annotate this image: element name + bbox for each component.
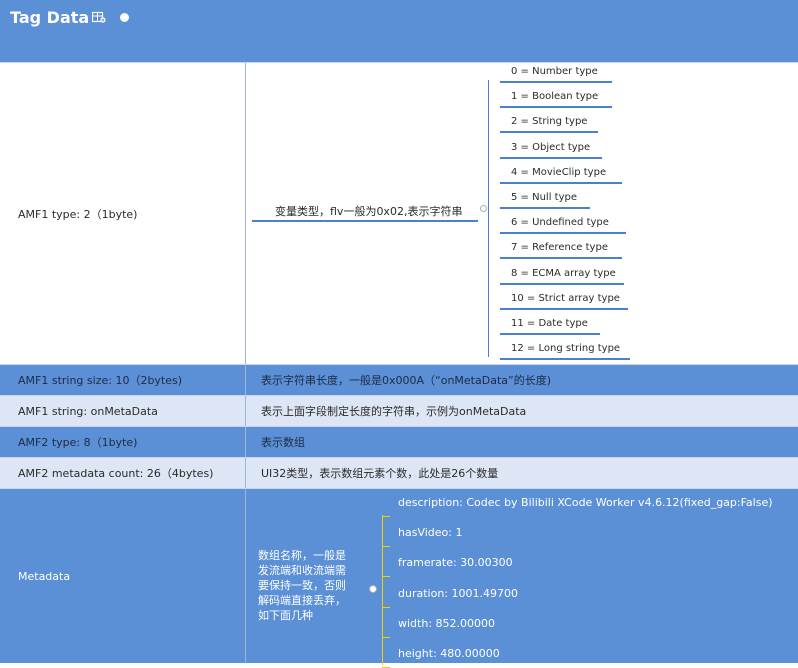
table-row: AMF1 string: onMetaData 表示上面字段制定长度的字符串，示… xyxy=(0,395,798,426)
header-bar xyxy=(0,0,798,62)
table-row: AMF1 string size: 10（2bytes) 表示字符串长度，一般是… xyxy=(0,364,798,395)
table-row: AMF2 type: 8（1byte) 表示数组 xyxy=(0,426,798,457)
collapse-node-icon[interactable] xyxy=(369,585,377,593)
row-label: AMF1 type: 2（1byte) xyxy=(0,63,246,364)
amf-type-node: 5 = Null type xyxy=(511,192,577,203)
row-label: AMF2 metadata count: 26（4bytes) xyxy=(0,458,246,488)
table-row: AMF2 metadata count: 26（4bytes) UI32类型，表… xyxy=(0,457,798,488)
branch-tick xyxy=(382,606,390,608)
node-underline xyxy=(500,333,600,335)
row-label: AMF1 string size: 10（2bytes) xyxy=(0,365,246,395)
row-description: 表示数组 xyxy=(261,436,305,449)
node-underline xyxy=(500,207,590,209)
branch-connector xyxy=(382,515,383,665)
row-label: AMF2 type: 8（1byte) xyxy=(0,427,246,457)
amf-type-node: 3 = Object type xyxy=(511,141,591,153)
amf-type-node: 11 = Date type xyxy=(511,318,588,329)
metadata-item: description: Codec by Bilibili XCode Wor… xyxy=(398,496,773,509)
metadata-item: framerate: 30.00300 xyxy=(398,556,513,570)
table-row: AMF1 type: 2（1byte) 变量类型，flv一般为0x02,表示字符… xyxy=(0,62,798,364)
branch-connector xyxy=(488,80,489,357)
row-description: 表示上面字段制定长度的字符串，示例为onMetaData xyxy=(261,405,527,418)
branch-tick xyxy=(382,636,390,638)
page-title: Tag Data xyxy=(10,8,90,27)
metadata-description: 数组名称，一般是 发流端和收流端需 要保持一致，否则 解码端直接丢弃， 如下面几… xyxy=(258,549,346,622)
collapse-node-icon[interactable] xyxy=(480,205,487,212)
row-description: 表示字符串长度，一般是0x000A（“onMetaData”的长度) xyxy=(261,374,551,387)
node-underline xyxy=(500,81,612,83)
amf-type-node: 7 = Reference type xyxy=(511,242,608,254)
amf-type-node: 2 = String type xyxy=(511,116,588,128)
amf-type-node: 8 = ECMA array type xyxy=(511,267,616,279)
node-underline xyxy=(500,131,598,134)
amf-type-node: 0 = Number type xyxy=(511,66,598,77)
metadata-item: duration: 1001.49700 xyxy=(398,586,518,600)
row-label: Metadata xyxy=(0,489,246,663)
table-add-icon[interactable] xyxy=(92,11,106,23)
amf-type-node: 12 = Long string type xyxy=(511,343,621,355)
metadata-item: hasVideo: 1 xyxy=(398,526,463,540)
node-underline xyxy=(500,257,622,260)
node-underline xyxy=(500,282,624,285)
metadata-item: height: 480.00000 xyxy=(398,647,500,660)
node-underline xyxy=(500,232,626,235)
row-description: UI32类型，表示数组元素个数，此处是26个数量 xyxy=(261,467,499,480)
collapse-toggle-icon[interactable] xyxy=(120,13,129,22)
row-label: AMF1 string: onMetaData xyxy=(0,396,246,426)
branch-tick xyxy=(382,576,390,578)
table-row: Metadata xyxy=(0,488,798,663)
amf-type-node: 4 = MovieClip type xyxy=(511,166,607,178)
branch-tick xyxy=(382,516,390,517)
node-underline xyxy=(500,181,622,184)
node-underline xyxy=(500,358,630,361)
amf-type-node: 1 = Boolean type xyxy=(511,91,599,103)
node-underline xyxy=(500,106,612,109)
amf-type-node: 6 = Undefined type xyxy=(511,217,609,229)
node-underline xyxy=(500,307,628,310)
branch-tick xyxy=(382,546,390,548)
node-underline xyxy=(500,156,602,159)
metadata-item: width: 852.00000 xyxy=(398,616,496,630)
node-underline xyxy=(252,220,478,222)
amf-type-node: 10 = Strict array type xyxy=(511,292,620,304)
